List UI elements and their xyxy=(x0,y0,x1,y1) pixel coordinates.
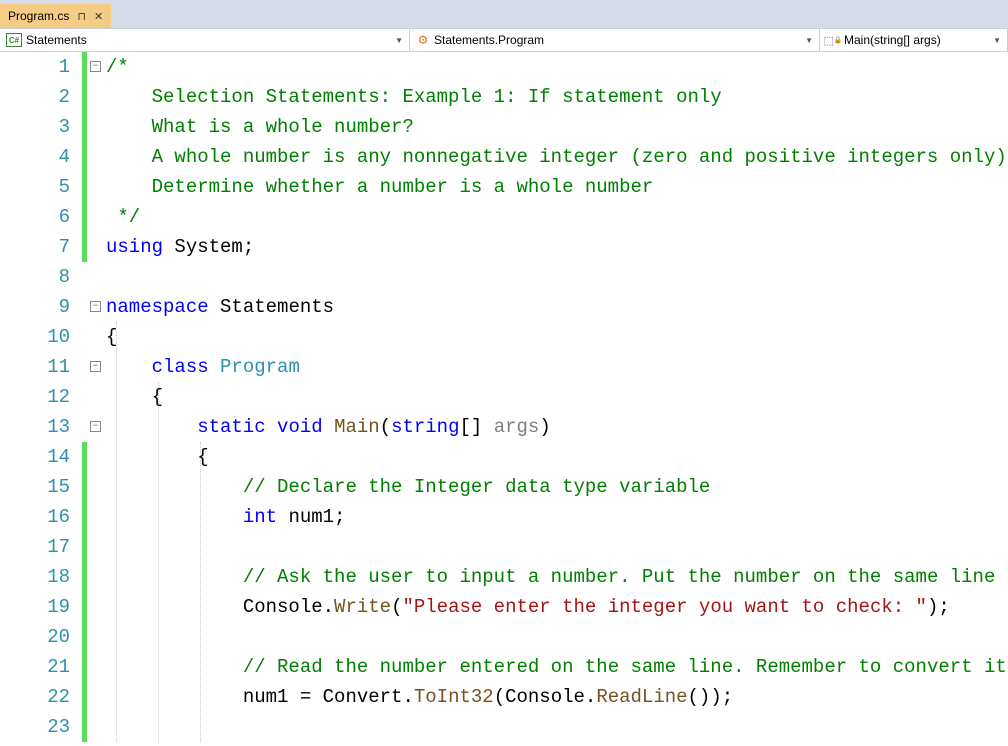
code-line[interactable]: static void Main(string[] args) xyxy=(106,412,1008,442)
code-line[interactable]: Selection Statements: Example 1: If stat… xyxy=(106,82,1008,112)
line-number: 21 xyxy=(0,652,70,682)
method-label: Main(string[] args) xyxy=(844,33,941,47)
code-line[interactable]: { xyxy=(106,322,1008,352)
navigation-bar: C# Statements ▼ ⚙ Statements.Program ▼ ⬚… xyxy=(0,28,1008,52)
line-number: 8 xyxy=(0,262,70,292)
fold-column: − − − − xyxy=(88,52,106,746)
change-marker xyxy=(82,592,87,622)
change-marker xyxy=(82,502,87,532)
line-number: 7 xyxy=(0,232,70,262)
change-marker xyxy=(82,232,87,262)
code-line[interactable] xyxy=(106,262,1008,292)
fold-toggle[interactable]: − xyxy=(90,301,101,312)
code-line[interactable] xyxy=(106,622,1008,652)
line-number: 23 xyxy=(0,712,70,742)
code-line[interactable]: /* xyxy=(106,52,1008,82)
class-label: Statements.Program xyxy=(434,33,544,47)
chevron-down-icon: ▼ xyxy=(993,36,1001,45)
line-number: 17 xyxy=(0,532,70,562)
code-line[interactable]: // Ask the user to input a number. Put t… xyxy=(106,562,1008,592)
code-line[interactable]: { xyxy=(106,382,1008,412)
line-number: 18 xyxy=(0,562,70,592)
line-number: 12 xyxy=(0,382,70,412)
method-dropdown[interactable]: ⬚🔒 Main(string[] args) ▼ xyxy=(820,29,1008,51)
code-line[interactable]: A whole number is any nonnegative intege… xyxy=(106,142,1008,172)
line-number: 2 xyxy=(0,82,70,112)
change-marker xyxy=(82,142,87,172)
line-number: 9 xyxy=(0,292,70,322)
change-marker xyxy=(82,112,87,142)
change-marker xyxy=(82,562,87,592)
code-line[interactable]: Console.Write("Please enter the integer … xyxy=(106,592,1008,622)
class-dropdown[interactable]: ⚙ Statements.Program ▼ xyxy=(410,29,820,51)
code-line[interactable]: int num1; xyxy=(106,502,1008,532)
line-number: 19 xyxy=(0,592,70,622)
change-marker xyxy=(82,472,87,502)
change-marker xyxy=(82,652,87,682)
line-number-gutter: 1234567891011121314151617181920212223 xyxy=(0,52,82,746)
line-number: 4 xyxy=(0,142,70,172)
line-number: 14 xyxy=(0,442,70,472)
change-marker xyxy=(82,82,87,112)
code-area[interactable]: /* Selection Statements: Example 1: If s… xyxy=(106,52,1008,746)
line-number: 16 xyxy=(0,502,70,532)
line-number: 6 xyxy=(0,202,70,232)
code-line[interactable]: What is a whole number? xyxy=(106,112,1008,142)
change-marker xyxy=(82,712,87,742)
close-icon[interactable]: ✕ xyxy=(94,10,103,23)
fold-toggle[interactable]: − xyxy=(90,421,101,432)
change-marker xyxy=(82,202,87,232)
code-line[interactable]: class Program xyxy=(106,352,1008,382)
code-line[interactable]: Determine whether a number is a whole nu… xyxy=(106,172,1008,202)
line-number: 1 xyxy=(0,52,70,82)
scope-dropdown[interactable]: C# Statements ▼ xyxy=(0,29,410,51)
code-line[interactable]: */ xyxy=(106,202,1008,232)
change-marker xyxy=(82,442,87,472)
fold-toggle[interactable]: − xyxy=(90,361,101,372)
change-marker xyxy=(82,532,87,562)
code-line[interactable]: { xyxy=(106,442,1008,472)
code-line[interactable]: // Read the number entered on the same l… xyxy=(106,652,1008,682)
code-editor[interactable]: 1234567891011121314151617181920212223 −−… xyxy=(0,52,1008,746)
code-line[interactable]: num1 = Convert.ToInt32(Console.ReadLine(… xyxy=(106,682,1008,712)
code-line[interactable] xyxy=(106,712,1008,742)
line-number: 3 xyxy=(0,112,70,142)
change-marker xyxy=(82,622,87,652)
line-number: 22 xyxy=(0,682,70,712)
class-icon: ⚙ xyxy=(416,34,430,46)
change-marker xyxy=(82,682,87,712)
line-number: 10 xyxy=(0,322,70,352)
code-line[interactable]: namespace Statements xyxy=(106,292,1008,322)
scope-label: Statements xyxy=(26,33,87,47)
pin-icon[interactable]: ⊓ xyxy=(77,10,86,23)
chevron-down-icon: ▼ xyxy=(805,36,813,45)
chevron-down-icon: ▼ xyxy=(395,36,403,45)
change-marker xyxy=(82,172,87,202)
line-number: 13 xyxy=(0,412,70,442)
fold-toggle[interactable]: − xyxy=(90,61,101,72)
tab-filename: Program.cs xyxy=(8,9,69,23)
code-line[interactable] xyxy=(106,532,1008,562)
file-tab[interactable]: Program.cs ⊓ ✕ xyxy=(0,4,111,28)
tab-bar: Program.cs ⊓ ✕ xyxy=(0,0,1008,28)
line-number: 15 xyxy=(0,472,70,502)
line-number: 5 xyxy=(0,172,70,202)
line-number: 11 xyxy=(0,352,70,382)
code-line[interactable]: using System; xyxy=(106,232,1008,262)
code-line[interactable]: // Declare the Integer data type variabl… xyxy=(106,472,1008,502)
line-number: 20 xyxy=(0,622,70,652)
csharp-icon: C# xyxy=(6,33,22,47)
method-icon: ⬚🔒 xyxy=(826,34,840,46)
change-marker xyxy=(82,52,87,82)
